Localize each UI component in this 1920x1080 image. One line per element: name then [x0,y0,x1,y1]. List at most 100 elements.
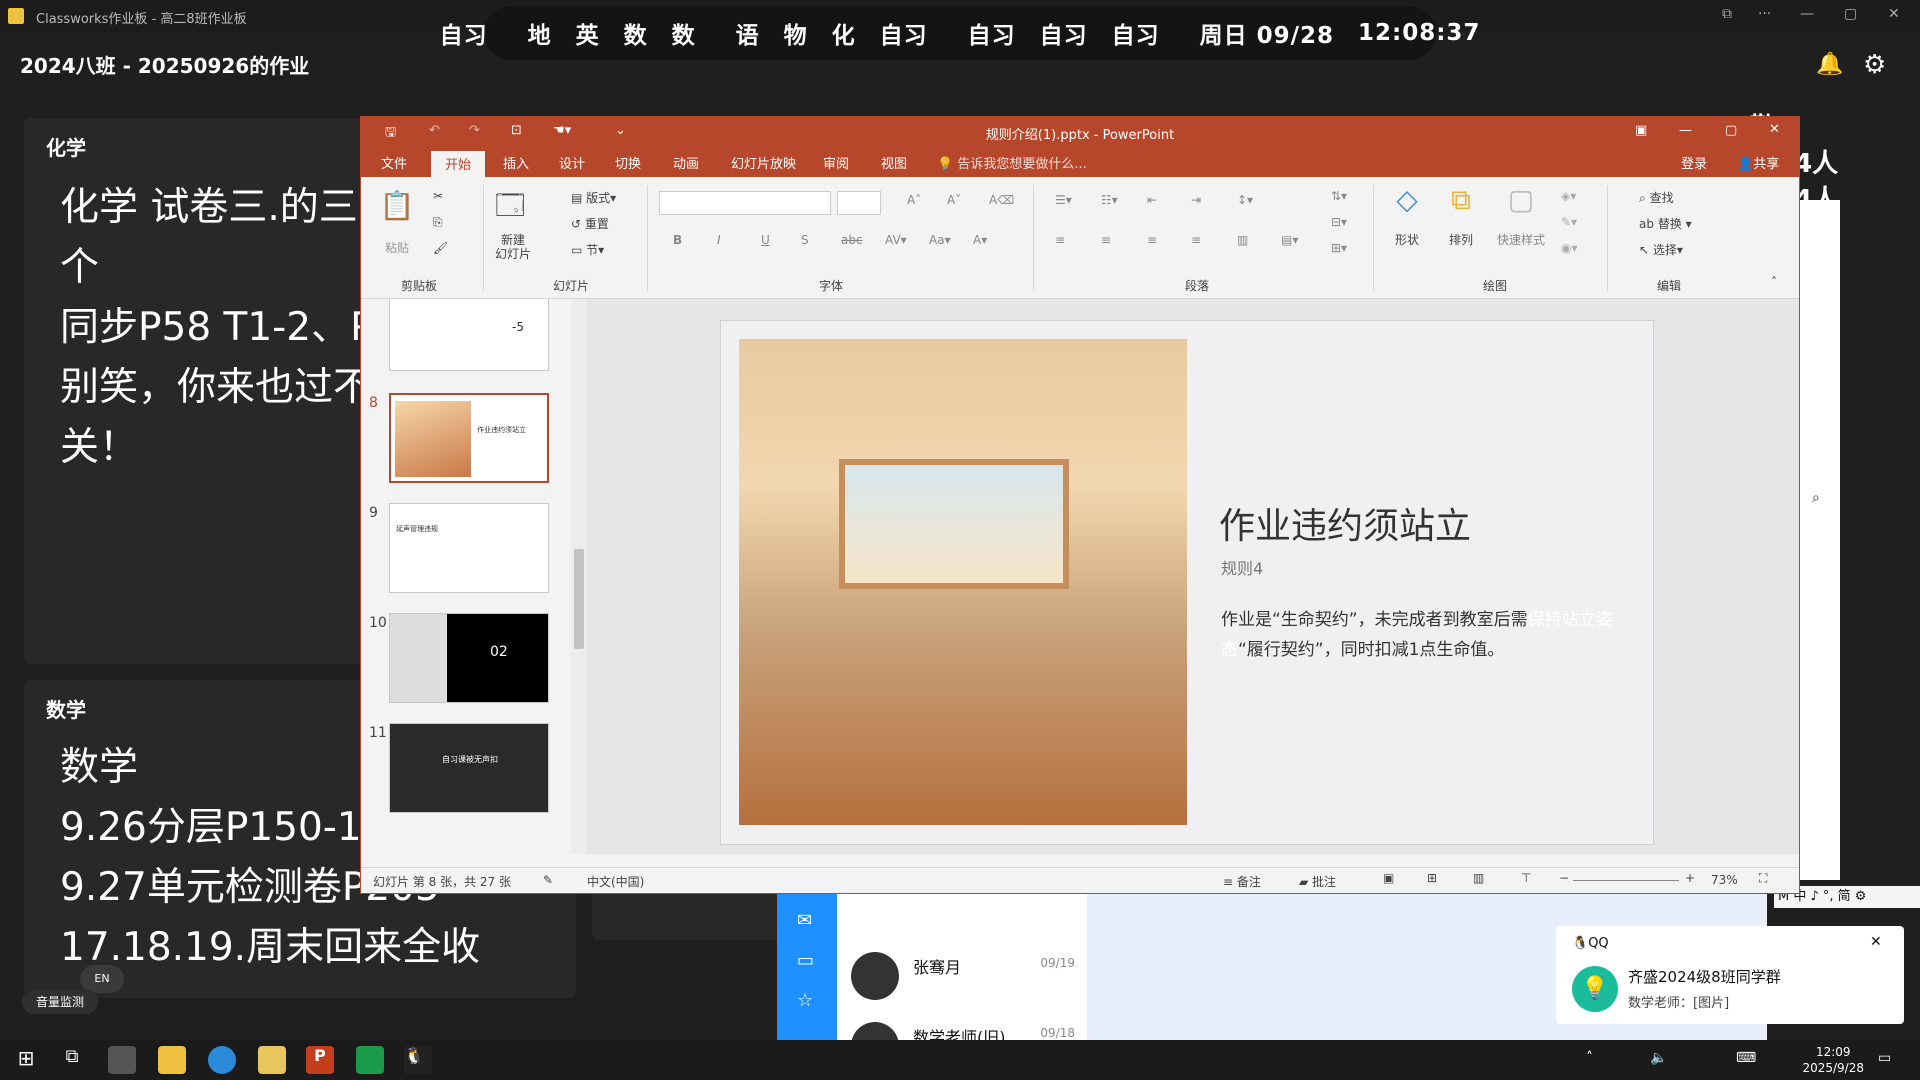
tab-animations[interactable]: 动画 [673,153,699,172]
collapse-ribbon-icon[interactable]: ˄ [1771,275,1777,289]
slideshow-icon[interactable]: ⊤ [1521,871,1531,885]
tab-view[interactable]: 视图 [881,153,907,172]
folder-icon[interactable]: ▭ [797,950,814,971]
notes-toggle-icon[interactable]: ✎ [543,873,553,887]
clock[interactable]: 12:09 2025/9/28 [1802,1044,1864,1076]
zoom-level[interactable]: 73% [1711,873,1738,887]
shrink-font-icon[interactable]: A˅ [947,193,961,207]
zoom-in-button[interactable]: + [1685,871,1695,885]
tab-design[interactable]: 设计 [559,153,585,172]
tab-transitions[interactable]: 切换 [615,153,641,172]
tell-me-box[interactable]: 💡 告诉我您想要做什么... [937,153,1087,172]
restore-icon[interactable]: ⧉ [1722,6,1732,22]
volume-monitor-button[interactable]: 音量监测 [22,990,98,1014]
task-view-icon[interactable]: ⧉ [58,1046,86,1074]
minimize-button[interactable]: — [1800,6,1814,22]
current-slide[interactable]: 作业违约须站立 规则4 作业是“生命契约”，未完成者到教室后需保持站立姿 态“履行… [720,320,1654,845]
decrease-indent-icon[interactable]: ⇤ [1147,193,1157,207]
increase-indent-icon[interactable]: ⇥ [1191,193,1201,207]
slide-thumbnail[interactable]: -5 [389,299,549,371]
slide-thumbnail[interactable]: 自习课被无声扣 [389,723,549,813]
gear-icon[interactable]: ⚙ [1863,50,1886,80]
numbering-icon[interactable]: ☷▾ [1101,193,1118,207]
maximize-button[interactable]: ▢ [1844,6,1857,22]
reset-button[interactable]: ↺ 重置 [571,215,609,232]
text-align-icon[interactable]: ▤▾ [1281,233,1298,247]
paste-button[interactable]: 粘贴 [379,239,415,256]
more-icon[interactable]: ··· [1758,6,1771,22]
char-spacing-button[interactable]: AV▾ [885,233,907,247]
slide-sorter-icon[interactable]: ⊞ [1427,871,1437,885]
line-spacing-icon[interactable]: ↕▾ [1237,193,1253,207]
grow-font-icon[interactable]: A˄ [907,193,921,207]
qq-icon[interactable]: 🐧 [404,1046,432,1074]
bookmark-icon[interactable]: ☆ [797,990,813,1011]
new-slide-icon[interactable]: 🗔 [495,185,525,233]
replace-button[interactable]: ab 替换 ▾ [1639,215,1692,232]
select-button[interactable]: ↖ 选择▾ [1639,241,1683,258]
shapes-button[interactable]: 形状 [1385,231,1429,248]
slide-thumbnail[interactable]: 延声管理违规 [389,503,549,593]
font-size-input[interactable] [837,191,881,215]
align-text-icon[interactable]: ⊟▾ [1331,215,1347,229]
tab-review[interactable]: 审阅 [823,153,849,172]
quick-styles-button[interactable]: 快速样式 [1491,231,1551,248]
app-icon[interactable] [108,1046,136,1074]
align-right-icon[interactable]: ≡ [1147,233,1157,247]
login-button[interactable]: 登录 [1681,153,1707,172]
reading-view-icon[interactable]: ▥ [1473,871,1484,885]
file-explorer-icon[interactable] [158,1046,186,1074]
notification-icon[interactable]: ▭ [1878,1050,1891,1066]
underline-button[interactable]: U [761,233,770,247]
format-painter-icon[interactable]: 🖌 [433,241,448,255]
zoom-out-button[interactable]: − [1559,871,1569,885]
language[interactable]: 中文(中国) [587,873,644,890]
text-direction-icon[interactable]: ⇅▾ [1331,189,1347,203]
qq-notification[interactable]: 🐧QQ ✕ 💡 齐盛2024级8班同学群 数学老师：[图片] [1556,926,1904,1024]
thumbnail-scrollbar[interactable] [571,299,587,854]
font-color-button[interactable]: A▾ [973,233,987,247]
scrollbar-thumb[interactable] [574,549,584,649]
bell-icon[interactable]: 🔔 [1816,52,1843,77]
arrange-button[interactable]: 排列 [1439,231,1483,248]
minimize-button[interactable]: — [1679,123,1692,138]
strikethrough-button[interactable]: abc [841,233,863,247]
justify-icon[interactable]: ≡ [1191,233,1201,247]
shape-outline-icon[interactable]: ✎▾ [1561,215,1577,229]
close-button[interactable]: ✕ [1769,122,1780,137]
tab-insert[interactable]: 插入 [503,153,529,172]
font-name-input[interactable] [659,191,831,215]
fit-slide-icon[interactable]: ⛶ [1759,871,1767,886]
chevron-up-icon[interactable]: ˄ [1586,1050,1593,1066]
normal-view-icon[interactable]: ▣ [1383,871,1394,885]
quick-styles-icon[interactable]: ▢ [1491,183,1551,216]
slide-thumbnail-selected[interactable]: 作业违约须站立 [389,393,549,483]
align-center-icon[interactable]: ≡ [1101,233,1111,247]
en-app-icon[interactable] [356,1046,384,1074]
columns-icon[interactable]: ▥ [1237,233,1248,247]
search-icon[interactable]: ⌕ [1812,490,1820,506]
shapes-icon[interactable]: ◇ [1385,183,1429,216]
shadow-button[interactable]: S [801,233,809,247]
edge-icon[interactable] [208,1046,236,1074]
volume-icon[interactable]: 🔈 [1650,1050,1667,1066]
windows-start-icon[interactable]: ⊞ [12,1046,40,1074]
maximize-button[interactable]: ▢ [1725,123,1737,138]
smartart-icon[interactable]: ⊞▾ [1331,241,1347,255]
align-left-icon[interactable]: ≡ [1055,233,1065,247]
ribbon-display-icon[interactable]: ▣ [1635,123,1647,138]
mail-icon[interactable]: ✉ [797,910,812,931]
section-button[interactable]: ▭ 节▾ [571,241,604,258]
notes-button[interactable]: ≡ 备注 [1223,873,1261,890]
bullets-icon[interactable]: ☰▾ [1055,193,1072,207]
keyboard-icon[interactable]: ⌨ [1736,1050,1756,1066]
classworks-icon[interactable] [258,1046,286,1074]
bold-button[interactable]: B [673,233,682,247]
change-case-button[interactable]: Aa▾ [929,233,951,247]
tab-home[interactable]: 开始 [431,151,486,177]
powerpoint-icon[interactable]: P [306,1046,334,1074]
copy-icon[interactable]: ⎘ [433,215,443,230]
find-button[interactable]: ⌕ 查找 [1639,189,1674,206]
close-icon[interactable]: ✕ [1870,934,1882,950]
italic-button[interactable]: I [717,233,721,247]
